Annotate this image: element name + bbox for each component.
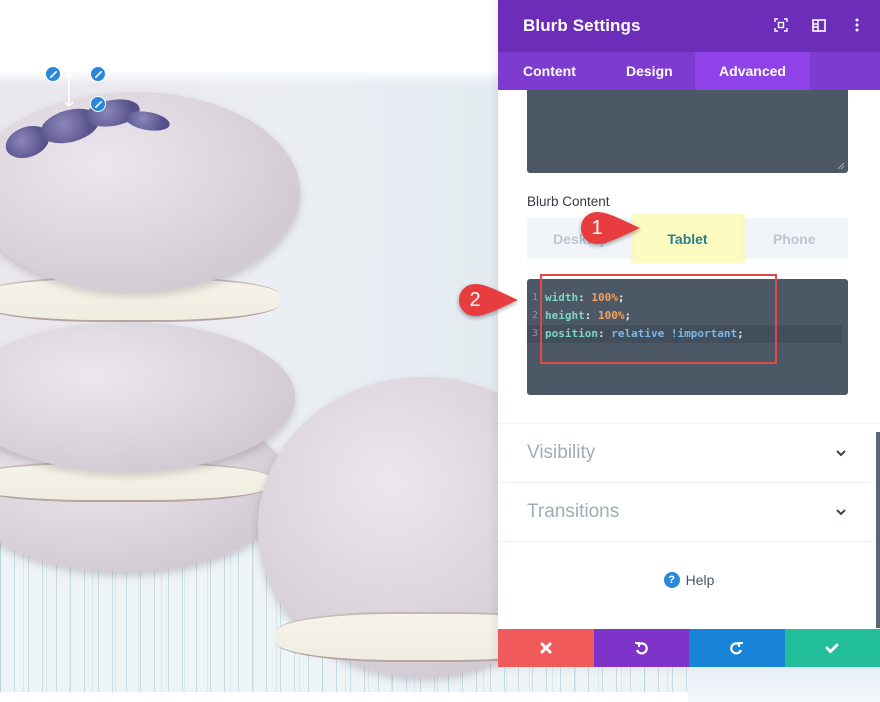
callout-number: 2 xyxy=(469,288,481,311)
callout-badge-2: 2 xyxy=(458,283,518,317)
panel-scrollbar[interactable] xyxy=(876,432,880,628)
code-line-active: 3 position: relative !important; xyxy=(527,325,842,343)
focus-icon[interactable] xyxy=(772,16,790,34)
undo-button[interactable] xyxy=(593,629,689,667)
css-property: height xyxy=(545,309,585,322)
resize-grip-icon[interactable] xyxy=(837,162,845,170)
callout-badge-1: 1 xyxy=(580,211,640,245)
redo-icon xyxy=(730,642,743,655)
edit-handle-top-left[interactable] xyxy=(45,66,61,82)
vertical-resize-icon[interactable] xyxy=(63,72,75,108)
section-transitions[interactable]: Transitions xyxy=(498,482,880,541)
css-property: position xyxy=(545,327,598,340)
css-value: 100% xyxy=(598,309,625,322)
device-tab-phone[interactable]: Phone xyxy=(741,218,849,259)
pencil-icon xyxy=(49,70,57,78)
chevron-down-icon xyxy=(836,509,846,516)
section-visibility[interactable]: Visibility xyxy=(498,423,880,482)
css-code-editor[interactable]: 1 width: 100%; 2 height: 100%; 3 positio… xyxy=(527,279,848,395)
help-label: Help xyxy=(685,572,715,588)
tab-advanced[interactable]: Advanced xyxy=(695,52,810,90)
field-label-blurb-content: Blurb Content xyxy=(527,194,610,209)
line-number: 3 xyxy=(532,328,539,339)
callout-number: 1 xyxy=(591,216,603,239)
css-important: !important xyxy=(670,327,738,340)
discard-button[interactable] xyxy=(498,629,594,667)
edit-handle-top-right[interactable] xyxy=(90,66,106,82)
css-property: width xyxy=(545,291,579,304)
chevron-down-icon xyxy=(836,450,846,457)
redo-button[interactable] xyxy=(689,629,785,667)
edit-handle-bottom[interactable] xyxy=(90,96,106,112)
pencil-icon xyxy=(94,100,102,108)
tab-content[interactable]: Content xyxy=(498,52,601,90)
more-options-icon[interactable] xyxy=(848,16,866,34)
section-label: Visibility xyxy=(527,442,596,463)
pencil-icon xyxy=(94,70,102,78)
header-icons xyxy=(772,16,866,34)
blurb-settings-panel: Blurb Settings Content Design Advanced B… xyxy=(498,0,880,667)
undo-icon xyxy=(635,642,648,655)
save-button[interactable] xyxy=(784,629,880,667)
settings-tabs: Content Design Advanced xyxy=(498,52,880,90)
split-view-icon[interactable] xyxy=(810,16,828,34)
device-tab-tablet[interactable]: Tablet xyxy=(634,218,741,259)
code-line: 1 width: 100%; xyxy=(527,289,848,307)
action-bar xyxy=(498,629,880,667)
panel-header: Blurb Settings xyxy=(498,0,880,52)
code-line: 2 height: 100%; xyxy=(527,307,848,325)
line-number: 1 xyxy=(532,292,539,303)
close-icon xyxy=(540,642,552,654)
css-value: 100% xyxy=(591,291,618,304)
tab-design[interactable]: Design xyxy=(601,52,695,90)
css-textarea-previous[interactable] xyxy=(527,90,848,173)
checkmark-icon xyxy=(825,643,839,654)
css-value: relative xyxy=(611,327,665,340)
responsive-device-tabs: Desktop Tablet Phone xyxy=(527,218,848,259)
panel-title: Blurb Settings xyxy=(523,16,641,35)
help-icon: ? xyxy=(663,572,680,588)
section-label: Transitions xyxy=(527,501,620,522)
help-link[interactable]: ? Help xyxy=(498,541,880,588)
line-number: 2 xyxy=(532,310,539,321)
page-background-strip xyxy=(688,667,880,702)
